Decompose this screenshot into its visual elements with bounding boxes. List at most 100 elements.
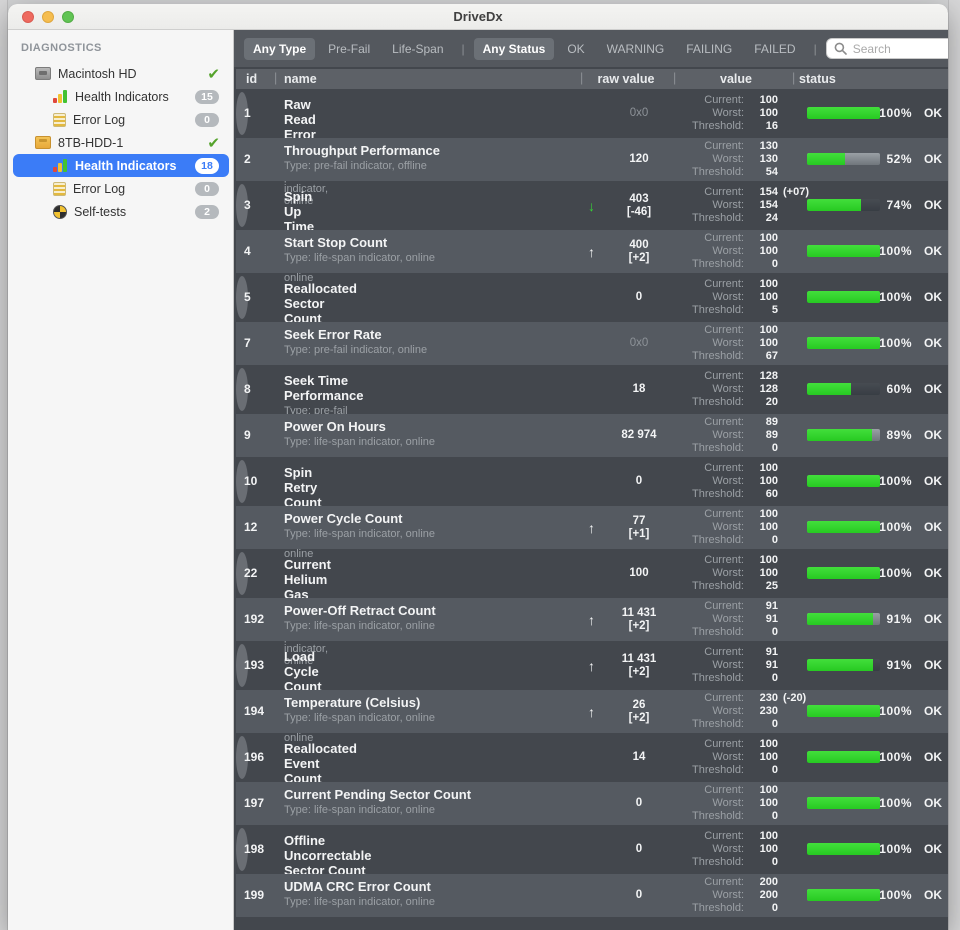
- health-percent: 100%: [879, 566, 912, 580]
- raw-value: 0x0: [629, 107, 649, 119]
- raw-value: 11 431: [621, 652, 657, 665]
- worst-label: Worst:: [712, 383, 744, 395]
- filter-any-type[interactable]: Any Type: [244, 37, 316, 60]
- worst-value: 200: [759, 889, 778, 901]
- attribute-id: 22: [244, 566, 258, 580]
- worst-value: 100: [759, 567, 778, 579]
- column-header-name[interactable]: name: [284, 72, 317, 86]
- threshold-value: 25: [765, 580, 778, 592]
- table-row[interactable]: 192 Power-Off Retract Count Type: life-s…: [236, 598, 948, 641]
- attribute-name: Spin Up Time: [284, 189, 315, 234]
- raw-value-delta: [+1]: [628, 527, 650, 540]
- health-percent: 100%: [879, 290, 912, 304]
- drivedx-window: DriveDx DIAGNOSTICS Macintosh HD ✔ Healt…: [8, 4, 948, 930]
- sidebar-item-error-log-1[interactable]: Error Log 0: [8, 108, 233, 131]
- attribute-name: Load Cycle Count: [284, 649, 322, 694]
- status-label: OK: [924, 198, 942, 212]
- raw-value: 0: [635, 843, 643, 855]
- sidebar-item-error-log-2[interactable]: Error Log 0: [8, 177, 233, 200]
- sidebar-item-self-tests[interactable]: Self-tests 2: [8, 200, 233, 223]
- raw-value-delta: [+2]: [628, 251, 650, 264]
- worst-value: 100: [759, 475, 778, 487]
- threshold-value: 0: [771, 442, 778, 454]
- status-label: OK: [924, 106, 942, 120]
- table-row[interactable]: 4 Start Stop Count Type: life-span indic…: [236, 230, 948, 273]
- table-header: id | name | raw value | value | status: [236, 69, 948, 89]
- current-value: 100: [759, 278, 778, 290]
- filter-warning[interactable]: WARNING: [598, 38, 674, 60]
- sidebar-item-health-indicators-2[interactable]: Health Indicators 18: [13, 154, 229, 177]
- table-row[interactable]: 22 Current Helium Gas Level Type: pre-fa…: [236, 552, 942, 667]
- current-label: Current:: [704, 554, 744, 566]
- self-tests-pie-icon: [53, 204, 67, 219]
- worst-value: 100: [759, 291, 778, 303]
- search-field: [825, 38, 948, 59]
- current-value: 230: [759, 692, 778, 704]
- table-row[interactable]: 1 Raw Read Error Rate Type: pre-fail ind…: [236, 92, 942, 207]
- table-row[interactable]: 3 Spin Up Time Type: pre-fail indicator,…: [236, 184, 942, 284]
- threshold-value: 0: [771, 718, 778, 730]
- sidebar-item-macintosh-hd[interactable]: Macintosh HD ✔: [8, 62, 233, 85]
- threshold-value: 60: [765, 488, 778, 500]
- table-row[interactable]: 196 Reallocated Event Count Type: life-s…: [236, 736, 942, 824]
- raw-value: 403: [629, 192, 649, 205]
- worst-label: Worst:: [712, 291, 744, 303]
- filter-ok[interactable]: OK: [558, 38, 593, 60]
- worst-label: Worst:: [712, 521, 744, 533]
- table-row[interactable]: 197 Current Pending Sector Count Type: l…: [236, 782, 948, 825]
- current-label: Current:: [704, 738, 744, 750]
- table-row[interactable]: 10 Spin Retry Count Type: pre-fail indic…: [236, 460, 942, 560]
- current-value: 100: [759, 94, 778, 106]
- status-label: OK: [924, 520, 942, 534]
- current-label: Current:: [704, 140, 744, 152]
- sidebar-section-label: DIAGNOSTICS: [21, 42, 102, 54]
- status-label: OK: [924, 750, 942, 764]
- current-note: (-20): [783, 692, 807, 704]
- attribute-type: Type: life-span indicator, online: [284, 528, 436, 540]
- health-percent: 60%: [886, 382, 912, 396]
- threshold-label: Threshold:: [692, 626, 744, 638]
- column-header-status[interactable]: status: [799, 72, 836, 86]
- filter-failing[interactable]: FAILING: [677, 38, 741, 60]
- current-value: 100: [759, 508, 778, 520]
- status-label: OK: [924, 290, 942, 304]
- sidebar-item-8tb-hdd-1[interactable]: 8TB-HDD-1 ✔: [8, 131, 233, 154]
- filter-life-span[interactable]: Life-Span: [383, 38, 452, 60]
- filter-failed[interactable]: FAILED: [745, 38, 804, 60]
- table-row[interactable]: 194 Temperature (Celsius) Type: life-spa…: [236, 690, 948, 733]
- table-row[interactable]: 199 UDMA CRC Error Count Type: life-span…: [236, 874, 948, 917]
- table-row[interactable]: 7 Seek Error Rate Type: pre-fail indicat…: [236, 322, 948, 365]
- attribute-name: Temperature (Celsius): [284, 695, 421, 710]
- table-row[interactable]: 193 Load Cycle Count Type: life-span ind…: [236, 644, 942, 744]
- table-row[interactable]: 12 Power Cycle Count Type: life-span ind…: [236, 506, 948, 549]
- worst-value: 91: [765, 659, 778, 671]
- current-label: Current:: [704, 416, 744, 428]
- threshold-value: 0: [771, 258, 778, 270]
- table-row[interactable]: 8 Seek Time Performance Type: pre-fail i…: [236, 368, 942, 429]
- sidebar-item-health-indicators-1[interactable]: Health Indicators 15: [8, 85, 233, 108]
- current-value: 100: [759, 232, 778, 244]
- raw-value: 120: [629, 153, 649, 165]
- table-row[interactable]: 198 Offline Uncorrectable Sector Count T…: [236, 828, 942, 904]
- attribute-name: Seek Error Rate: [284, 327, 382, 342]
- attribute-type: Type: life-span indicator, online: [284, 896, 436, 908]
- current-label: Current:: [704, 830, 744, 842]
- search-icon: [834, 42, 847, 55]
- table-row[interactable]: 9 Power On Hours Type: life-span indicat…: [236, 414, 948, 457]
- worst-value: 100: [759, 751, 778, 763]
- worst-label: Worst:: [712, 337, 744, 349]
- column-header-value[interactable]: value: [691, 72, 781, 86]
- table-row[interactable]: 2 Throughput Performance Type: pre-fail …: [236, 138, 948, 181]
- filter-any-status[interactable]: Any Status: [473, 37, 555, 60]
- worst-label: Worst:: [712, 153, 744, 165]
- worst-label: Worst:: [712, 245, 744, 257]
- filter-pre-fail[interactable]: Pre-Fail: [319, 38, 379, 60]
- attribute-name: Power Cycle Count: [284, 511, 403, 526]
- column-header-raw-value[interactable]: raw value: [591, 72, 661, 86]
- table-row[interactable]: 5 Reallocated Sector Count Type: pre-fai…: [236, 276, 942, 364]
- worst-label: Worst:: [712, 567, 744, 579]
- current-label: Current:: [704, 692, 744, 704]
- column-header-id[interactable]: id: [246, 72, 257, 86]
- health-percent: 100%: [879, 842, 912, 856]
- health-percent: 91%: [886, 612, 912, 626]
